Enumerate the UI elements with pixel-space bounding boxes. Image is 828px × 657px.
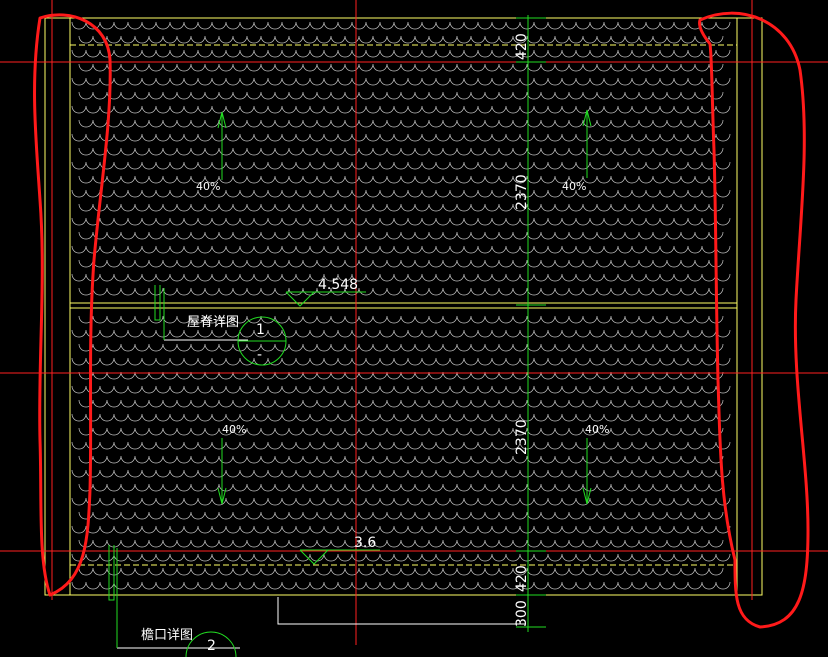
dim-bottom-eave: 420	[514, 565, 530, 592]
dim-top-eave: 420	[514, 33, 530, 60]
slope-lower-right: 40%	[585, 423, 609, 436]
eave-detail-number: 2	[207, 638, 216, 654]
ridge-detail-label: 屋脊详图	[187, 315, 239, 330]
dim-lower-span: 2370	[514, 419, 530, 455]
ridge-detail-sheet: -	[257, 347, 262, 363]
ridge-elevation: 4.548	[318, 277, 358, 293]
eave-elevation: 3.6	[354, 535, 376, 551]
dim-upper-span: 2370	[514, 174, 530, 210]
ridge-detail-number: 1	[256, 322, 265, 338]
dim-overhang: 300	[514, 600, 530, 627]
roof-plan-canvas[interactable]: 420 2370 2370 420 300 40% 40% 40% 40% 4.…	[0, 0, 828, 657]
slope-lower-left: 40%	[222, 423, 246, 436]
slope-upper-right: 40%	[562, 180, 586, 193]
slope-upper-left: 40%	[196, 180, 220, 193]
eave-detail-label: 檐口详图	[141, 628, 193, 643]
